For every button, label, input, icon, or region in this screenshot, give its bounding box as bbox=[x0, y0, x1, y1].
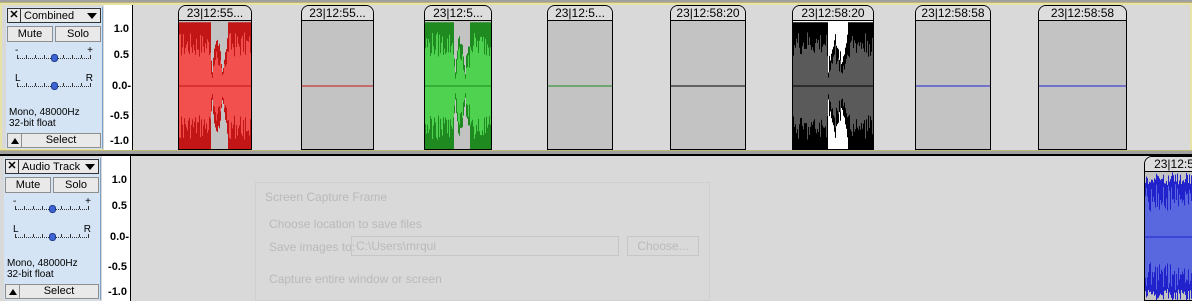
select-track-button[interactable]: Select bbox=[22, 133, 101, 148]
pan-slider[interactable]: L R bbox=[7, 73, 101, 95]
clip-title[interactable]: 23|12:58:58 bbox=[1039, 6, 1126, 21]
collapse-track-button[interactable] bbox=[5, 284, 20, 299]
pan-thumb[interactable] bbox=[51, 82, 58, 90]
clip-waveform bbox=[671, 85, 745, 87]
gain-thumb[interactable] bbox=[51, 54, 58, 62]
clip-waveform bbox=[916, 85, 990, 87]
track-name: Combined bbox=[24, 9, 75, 22]
ruler-label: 0.0- bbox=[112, 80, 131, 92]
track-format-info: Mono, 48000Hz 32-bit float bbox=[9, 107, 80, 129]
mute-solo-row: Mute Solo bbox=[5, 177, 99, 193]
clip-waveform bbox=[793, 21, 873, 149]
track-bitdepth-info: 32-bit float bbox=[7, 269, 54, 280]
track-name: Audio Track bbox=[22, 160, 81, 173]
chevron-down-icon bbox=[87, 12, 97, 19]
mute-button[interactable]: Mute bbox=[5, 177, 51, 193]
clip-waveform bbox=[425, 22, 491, 149]
audio-clip[interactable]: 23|12:58:20 bbox=[670, 5, 746, 150]
track-header: ✕ Combined bbox=[7, 8, 101, 23]
clip-waveform bbox=[548, 85, 612, 87]
ruler-label: 0.0- bbox=[110, 231, 129, 243]
clip-waveform bbox=[1039, 85, 1126, 87]
collapse-track-button[interactable] bbox=[7, 133, 22, 148]
gain-thumb[interactable] bbox=[49, 205, 56, 213]
audio-clip[interactable]: 23|12:5... bbox=[547, 5, 613, 150]
ruler-label: -1.0 bbox=[108, 286, 127, 298]
waveform-area[interactable]: 23|12:5 bbox=[132, 156, 1192, 301]
ruler-label: 0.5 bbox=[111, 200, 127, 212]
ruler-label: 0.5 bbox=[113, 49, 129, 61]
track-audio[interactable]: ✕ Audio Track Mute Solo - + L R Mono, 48… bbox=[0, 154, 1192, 301]
clip-title[interactable]: 23|12:58:20 bbox=[793, 6, 873, 21]
clip-title[interactable]: 23|12:58:58 bbox=[916, 6, 990, 21]
select-track-button[interactable]: Select bbox=[20, 284, 99, 299]
clip-waveform bbox=[179, 22, 251, 149]
clip-title[interactable]: 23|12:55... bbox=[302, 6, 373, 21]
ruler-label: -0.5 bbox=[108, 261, 127, 273]
track-name-menu-button[interactable]: Audio Track bbox=[19, 159, 99, 174]
ruler-label: 1.0 bbox=[113, 23, 129, 35]
mute-solo-row: Mute Solo bbox=[7, 26, 101, 42]
audio-clip[interactable]: 23|12:5 bbox=[1144, 156, 1192, 301]
pan-slider[interactable]: L R bbox=[5, 224, 99, 246]
track-control-panel: ✕ Combined Mute Solo - + L R Mono, 48000… bbox=[6, 7, 103, 149]
close-track-button[interactable]: ✕ bbox=[5, 159, 19, 174]
gain-slider[interactable]: - + bbox=[5, 196, 99, 218]
track-name-menu-button[interactable]: Combined bbox=[21, 8, 101, 23]
solo-button[interactable]: Solo bbox=[55, 26, 101, 42]
amplitude-ruler: 1.0 0.5 0.0- -0.5 -1.0 bbox=[104, 5, 133, 150]
amplitude-ruler: 1.0 0.5 0.0- -0.5 -1.0 bbox=[102, 156, 131, 301]
audio-clip[interactable]: 23|12:55... bbox=[301, 5, 374, 150]
audio-clip[interactable]: 23|12:58:58 bbox=[1038, 5, 1127, 150]
clip-title[interactable]: 23|12:55... bbox=[179, 6, 251, 21]
audio-clip[interactable]: 23|12:58:58 bbox=[915, 5, 991, 150]
gain-slider[interactable]: - + bbox=[7, 45, 101, 67]
track-control-panel: ✕ Audio Track Mute Solo - + L R Mono, 48… bbox=[4, 158, 101, 300]
ruler-label: -0.5 bbox=[110, 110, 129, 122]
pan-thumb[interactable] bbox=[49, 233, 56, 241]
track-bitdepth-info: 32-bit float bbox=[9, 118, 56, 129]
clip-waveform bbox=[1145, 172, 1192, 300]
track-combined[interactable]: ✕ Combined Mute Solo - + L R Mono, 48000… bbox=[0, 2, 1192, 151]
audio-clip[interactable]: 23|12:58:20 bbox=[792, 5, 874, 150]
audio-clip[interactable]: 23|12:5... bbox=[424, 5, 492, 150]
mute-button[interactable]: Mute bbox=[7, 26, 53, 42]
close-track-button[interactable]: ✕ bbox=[7, 8, 21, 23]
ruler-label: 1.0 bbox=[111, 174, 127, 186]
clip-waveform bbox=[302, 85, 373, 87]
audio-clip[interactable]: 23|12:55... bbox=[178, 5, 252, 150]
waveform-area[interactable]: 23|12:55... 23|12:55... 23|12:5... 23|12:5.… bbox=[134, 5, 1190, 150]
track-rate-info: Mono, 48000Hz bbox=[7, 258, 78, 269]
ruler-label: -1.0 bbox=[110, 135, 129, 147]
clip-title[interactable]: 23|12:5... bbox=[548, 6, 612, 21]
track-bottom-row: Select bbox=[5, 284, 99, 299]
clip-title[interactable]: 23|12:58:20 bbox=[671, 6, 745, 21]
clip-title[interactable]: 23|12:5... bbox=[425, 6, 491, 21]
track-bottom-row: Select bbox=[7, 133, 101, 148]
clip-title[interactable]: 23|12:5 bbox=[1145, 157, 1192, 172]
track-format-info: Mono, 48000Hz 32-bit float bbox=[7, 258, 78, 280]
track-rate-info: Mono, 48000Hz bbox=[9, 107, 80, 118]
track-header: ✕ Audio Track bbox=[5, 159, 99, 174]
solo-button[interactable]: Solo bbox=[53, 177, 99, 193]
chevron-down-icon bbox=[85, 163, 95, 170]
